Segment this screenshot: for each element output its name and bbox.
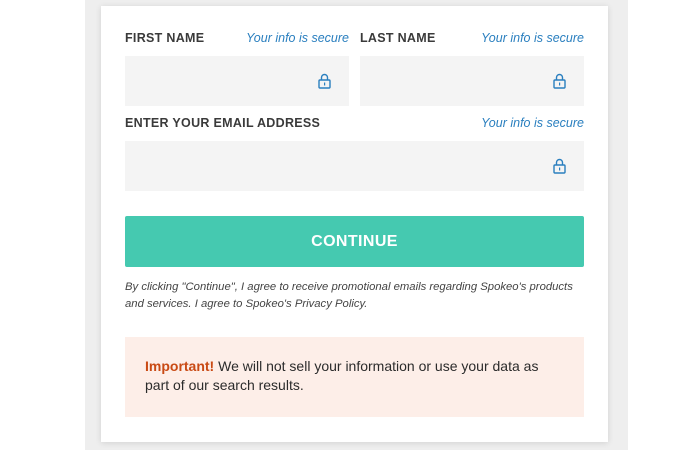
legal-disclaimer: By clicking "Continue", I agree to recei… (125, 281, 573, 310)
privacy-notice: Important! We will not sell your informa… (125, 337, 584, 417)
signup-form-card: FIRST NAME Your info is secure LAST NAME… (101, 6, 608, 442)
first-name-label-row: FIRST NAME Your info is secure (125, 29, 349, 47)
lock-icon (318, 73, 331, 89)
lock-icon (553, 158, 566, 174)
first-name-input[interactable] (125, 56, 349, 106)
last-name-label: LAST NAME (360, 31, 436, 45)
first-name-label: FIRST NAME (125, 31, 205, 45)
first-name-field[interactable] (125, 56, 349, 106)
last-name-field[interactable] (360, 56, 584, 106)
lock-icon (553, 73, 566, 89)
last-name-secure-note: Your info is secure (481, 31, 584, 45)
notice-important-label: Important! (145, 358, 215, 374)
last-name-label-row: LAST NAME Your info is secure (360, 29, 584, 47)
email-label-row: ENTER YOUR EMAIL ADDRESS Your info is se… (125, 114, 584, 132)
email-label: ENTER YOUR EMAIL ADDRESS (125, 116, 321, 130)
email-secure-note: Your info is secure (481, 116, 584, 130)
last-name-input[interactable] (360, 56, 584, 106)
first-name-secure-note: Your info is secure (246, 31, 349, 45)
continue-button[interactable]: CONTINUE (125, 216, 584, 267)
email-field[interactable] (125, 141, 584, 191)
email-input[interactable] (125, 141, 584, 191)
